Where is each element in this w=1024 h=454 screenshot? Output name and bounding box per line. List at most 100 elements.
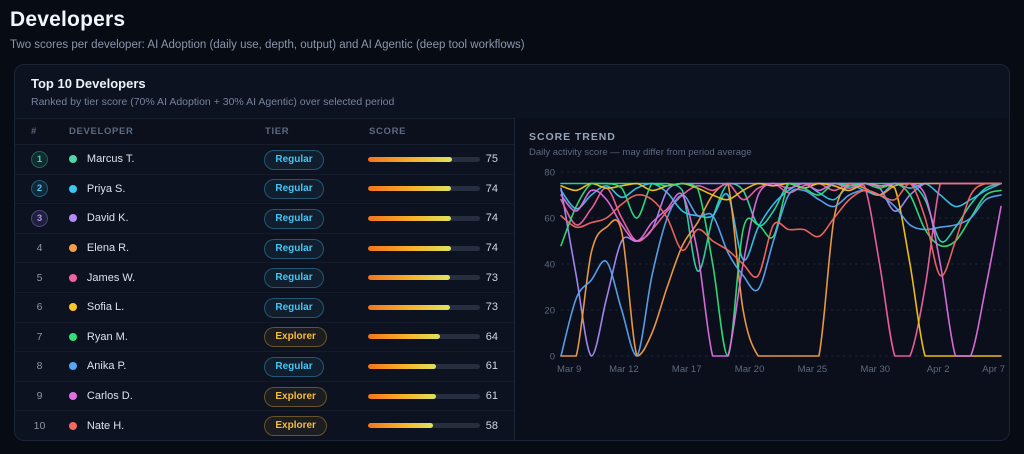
score-value: 58 xyxy=(486,420,498,432)
score-bar xyxy=(368,216,480,221)
table-row[interactable]: 1 Marcus T. Regular 75 xyxy=(15,145,514,175)
table-row[interactable]: 10 Nate H. Explorer 58 xyxy=(15,411,514,440)
rank-badge: 8 xyxy=(31,360,48,372)
developer-name: Priya S. xyxy=(87,183,126,195)
y-axis-tick-label: 0 xyxy=(550,352,555,363)
page-title: Developers xyxy=(10,8,1010,32)
x-axis-tick-label: Mar 12 xyxy=(609,364,639,375)
score-bar xyxy=(368,364,480,369)
tier-badge: Explorer xyxy=(264,416,327,436)
tier-badge: Explorer xyxy=(264,387,327,407)
developer-name: Ryan M. xyxy=(87,331,128,343)
score-bar xyxy=(368,305,480,310)
developer-color-dot xyxy=(69,333,77,341)
score-bar xyxy=(368,423,480,428)
y-axis-tick-label: 20 xyxy=(544,306,555,317)
y-axis-tick-label: 40 xyxy=(544,260,555,271)
column-header-rank: # xyxy=(31,126,57,137)
tier-badge: Regular xyxy=(264,209,323,229)
rank-badge: 10 xyxy=(31,420,48,432)
top-developers-panel: Top 10 Developers Ranked by tier score (… xyxy=(14,64,1010,441)
table-row[interactable]: 5 James W. Regular 73 xyxy=(15,263,514,293)
table-row[interactable]: 9 Carlos D. Explorer 61 xyxy=(15,382,514,412)
developer-color-dot xyxy=(69,303,77,311)
developers-table: # Developer Tier Score 1 Marcus T. Regular… xyxy=(15,118,514,440)
developer-color-dot xyxy=(69,214,77,222)
score-value: 75 xyxy=(486,153,498,165)
developer-name: Carlos D. xyxy=(87,390,133,402)
developer-color-dot xyxy=(69,155,77,163)
table-row[interactable]: 8 Anika P. Regular 61 xyxy=(15,352,514,382)
developer-name: Marcus T. xyxy=(87,153,134,165)
developer-color-dot xyxy=(69,244,77,252)
rank-badge: 5 xyxy=(31,272,48,284)
score-bar xyxy=(368,186,480,191)
y-axis-tick-label: 60 xyxy=(544,214,555,225)
developer-name: Elena R. xyxy=(87,242,129,254)
tier-badge: Regular xyxy=(264,357,323,377)
score-bar xyxy=(368,157,480,162)
score-bar xyxy=(368,394,480,399)
score-value: 73 xyxy=(486,272,498,284)
x-axis-tick-label: Apr 2 xyxy=(927,364,950,375)
score-bar xyxy=(368,246,480,251)
tier-badge: Regular xyxy=(264,179,323,199)
rank-badge: 4 xyxy=(31,242,48,254)
x-axis-tick-label: Mar 25 xyxy=(798,364,828,375)
panel-title: Top 10 Developers xyxy=(31,76,993,91)
developer-color-dot xyxy=(69,392,77,400)
table-row[interactable]: 6 Sofia L. Regular 73 xyxy=(15,293,514,323)
panel-header: Top 10 Developers Ranked by tier score (… xyxy=(15,65,1009,118)
rank-badge: 1 xyxy=(31,151,48,168)
developer-name: Anika P. xyxy=(87,360,127,372)
rank-badge: 9 xyxy=(31,390,48,402)
table-row[interactable]: 2 Priya S. Regular 74 xyxy=(15,175,514,205)
developer-name: David K. xyxy=(87,212,129,224)
column-header-developer: Developer xyxy=(69,126,265,137)
score-bar xyxy=(368,334,480,339)
developer-color-dot xyxy=(69,185,77,193)
developer-name: Nate H. xyxy=(87,420,124,432)
developer-color-dot xyxy=(69,422,77,430)
score-value: 74 xyxy=(486,212,498,224)
page-subtitle: Two scores per developer: AI Adoption (d… xyxy=(10,39,1010,51)
column-header-score: Score xyxy=(369,126,487,137)
table-row[interactable]: 3 David K. Regular 74 xyxy=(15,204,514,234)
x-axis-tick-label: Apr 7 xyxy=(982,364,1005,375)
developer-name: Sofia L. xyxy=(87,301,124,313)
rank-badge: 2 xyxy=(31,180,48,197)
rank-badge: 7 xyxy=(31,331,48,343)
x-axis-tick-label: Mar 9 xyxy=(557,364,581,375)
chart-title: SCORE TREND xyxy=(529,131,1010,143)
table-row[interactable]: 7 Ryan M. Explorer 64 xyxy=(15,323,514,353)
score-value: 74 xyxy=(486,183,498,195)
developer-color-dot xyxy=(69,274,77,282)
score-value: 64 xyxy=(486,331,498,343)
tier-badge: Regular xyxy=(264,150,323,170)
panel-subtitle: Ranked by tier score (70% AI Adoption + … xyxy=(31,96,993,108)
rank-badge: 6 xyxy=(31,301,48,313)
tier-badge: Regular xyxy=(264,239,323,259)
x-axis-tick-label: Mar 30 xyxy=(860,364,890,375)
score-value: 74 xyxy=(486,242,498,254)
score-trend-section: SCORE TREND Daily activity score — may d… xyxy=(514,118,1010,440)
score-trend-chart[interactable]: 0 20 40 60 80 Mar 9 Mar 12 Mar 17 Mar 20 Mar 25 Ma… xyxy=(529,158,1010,396)
score-value: 61 xyxy=(486,360,498,372)
developers-page: Developers Two scores per developer: AI … xyxy=(0,0,1024,441)
score-value: 73 xyxy=(486,301,498,313)
column-header-tier: Tier xyxy=(265,126,369,137)
score-value: 61 xyxy=(486,390,498,402)
x-axis-tick-label: Mar 17 xyxy=(672,364,702,375)
table-row[interactable]: 4 Elena R. Regular 74 xyxy=(15,234,514,264)
developer-color-dot xyxy=(69,362,77,370)
score-bar xyxy=(368,275,480,280)
tier-badge: Regular xyxy=(264,298,323,318)
table-header-row: # Developer Tier Score xyxy=(15,118,514,145)
rank-badge: 3 xyxy=(31,210,48,227)
y-axis-tick-label: 80 xyxy=(544,168,555,179)
x-axis-tick-label: Mar 20 xyxy=(735,364,765,375)
tier-badge: Explorer xyxy=(264,327,327,347)
developer-name: James W. xyxy=(87,272,135,284)
chart-subtitle: Daily activity score — may differ from p… xyxy=(529,147,1010,158)
tier-badge: Regular xyxy=(264,268,323,288)
